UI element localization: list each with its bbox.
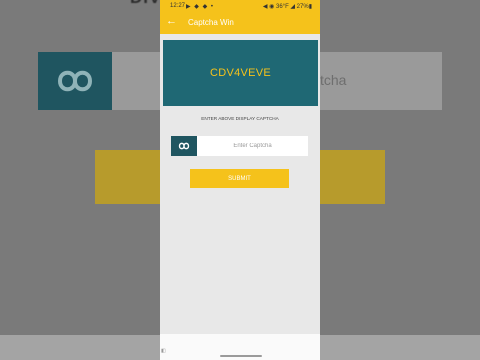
toolbar-title: Captcha Win — [188, 18, 234, 27]
captcha-display-panel: CDV4VEVE — [163, 40, 318, 106]
home-gesture-pill[interactable] — [220, 355, 262, 357]
background-input-text: tcha — [320, 72, 347, 88]
status-bar: 12:27 ▶ ◆ ◆ • ◀ ◉ 36°F ◢ 27%▮ — [160, 0, 320, 12]
app-toolbar: ← Captcha Win — [160, 12, 320, 34]
phone-screen: 12:27 ▶ ◆ ◆ • ◀ ◉ 36°F ◢ 27%▮ ← Captcha … — [160, 0, 320, 360]
captcha-code: CDV4VEVE — [209, 67, 272, 79]
status-time: 12:27 — [170, 3, 186, 9]
background-logo — [38, 52, 112, 110]
bottom-left-mark: ◧ — [161, 348, 166, 354]
infinity-logo-icon — [178, 142, 190, 150]
instruction-text: ENTER ABOVE DISPLAY CAPTCHA — [201, 116, 279, 121]
back-arrow-icon[interactable]: ← — [166, 15, 177, 27]
status-system-icons: ◀ ◉ 36°F ◢ 27%▮ — [262, 4, 312, 10]
input-logo — [171, 136, 197, 156]
captcha-input-row — [171, 136, 308, 156]
submit-button[interactable]: SUBMIT — [190, 169, 289, 188]
infinity-icon — [57, 70, 93, 92]
captcha-input[interactable] — [197, 136, 308, 156]
status-notification-icons: ▶ ◆ ◆ • — [186, 4, 214, 10]
